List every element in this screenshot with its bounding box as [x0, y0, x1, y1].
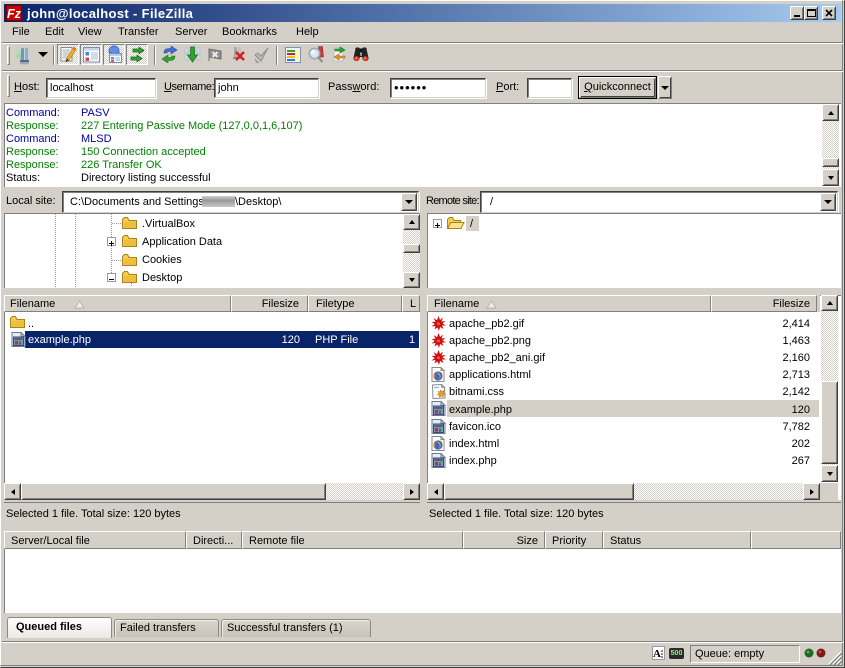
svg-text:A: A [653, 648, 661, 659]
svg-text:Fz: Fz [7, 7, 21, 20]
